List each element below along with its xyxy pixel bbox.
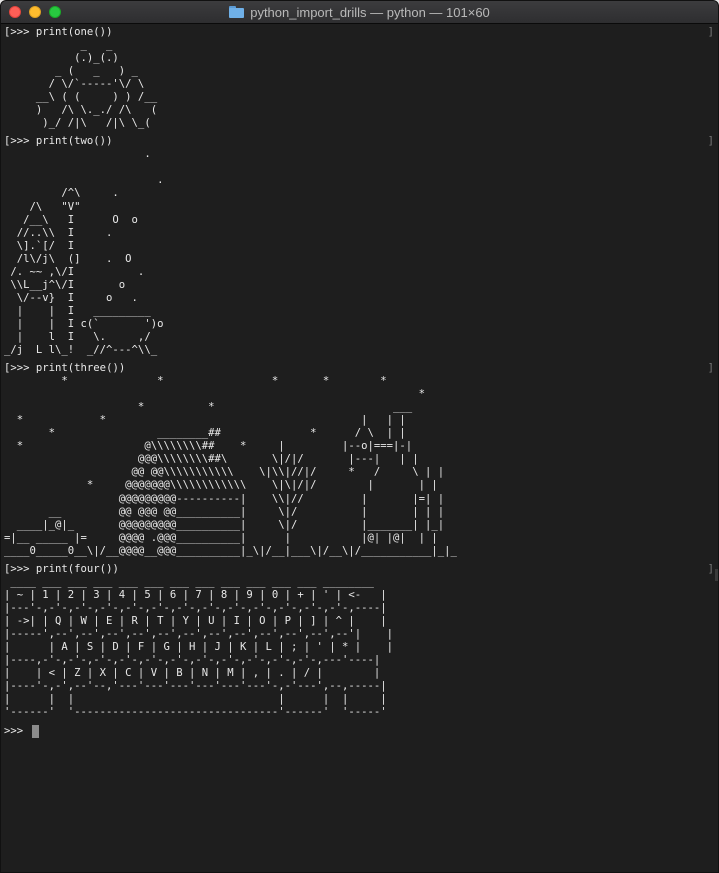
ascii-art-output: ____ ___ ___ ___ ___ ___ ___ ___ ___ ___… <box>4 575 394 719</box>
line-bracket-right: ] <box>707 26 714 38</box>
command-text: print(four()) <box>35 562 119 575</box>
input-line[interactable]: >>> <box>4 724 718 738</box>
line-bracket-right: ] <box>707 562 714 575</box>
command-line: [ >>> print(one()) ] <box>4 26 718 39</box>
prompt: >>> <box>10 135 36 148</box>
prompt: >>> <box>10 362 36 375</box>
command-text: print(two()) <box>35 135 113 148</box>
prompt: >>> <box>10 562 36 575</box>
command-text: print(one()) <box>35 26 113 38</box>
line-bracket-right: ] <box>707 362 714 375</box>
window-title: python_import_drills — python — 101×60 <box>250 4 490 20</box>
text-cursor[interactable] <box>31 724 39 738</box>
window-controls <box>9 6 61 18</box>
ascii-art-output: . . /^\ . /\ "V" /__\ I O o //..\\ I . \… <box>4 148 164 357</box>
prompt: >>> <box>10 26 36 38</box>
terminal-window: python_import_drills — python — 101×60 [… <box>0 0 719 873</box>
terminal-output[interactable]: [ >>> print(one()) ] _ _ (.)_(.) _ ( _ )… <box>1 24 718 872</box>
output-block-two: [ >>> print(two()) ] . . /^\ . /\ "V" /_… <box>4 135 718 357</box>
folder-icon <box>229 6 245 18</box>
command-text: print(three()) <box>35 362 126 375</box>
close-window-button[interactable] <box>9 6 21 18</box>
line-bracket-right: ] <box>707 135 714 148</box>
command-line: [ >>> print(three()) ] <box>4 362 718 375</box>
ascii-art-output: _ _ (.)_(.) _ ( _ ) _ / \/`-----'\/ \ __… <box>35 39 158 130</box>
prompt: >>> <box>4 724 30 737</box>
output-block-three: [ >>> print(three()) ] * * * * * * * * _… <box>4 362 718 558</box>
minimize-window-button[interactable] <box>29 6 41 18</box>
command-line: [ >>> print(two()) ] <box>4 135 718 148</box>
scrollbar-edge[interactable] <box>715 569 718 581</box>
window-title-group: python_import_drills — python — 101×60 <box>229 5 490 20</box>
command-line: [ >>> print(four()) ] <box>4 563 718 576</box>
title-bar[interactable]: python_import_drills — python — 101×60 <box>1 1 718 24</box>
ascii-art-output: * * * * * * * * ___ * * | | | * ________… <box>4 375 457 557</box>
output-block-four: [ >>> print(four()) ] ____ ___ ___ ___ _… <box>4 563 718 720</box>
zoom-window-button[interactable] <box>49 6 61 18</box>
output-block-one: [ >>> print(one()) ] _ _ (.)_(.) _ ( _ )… <box>4 26 718 130</box>
